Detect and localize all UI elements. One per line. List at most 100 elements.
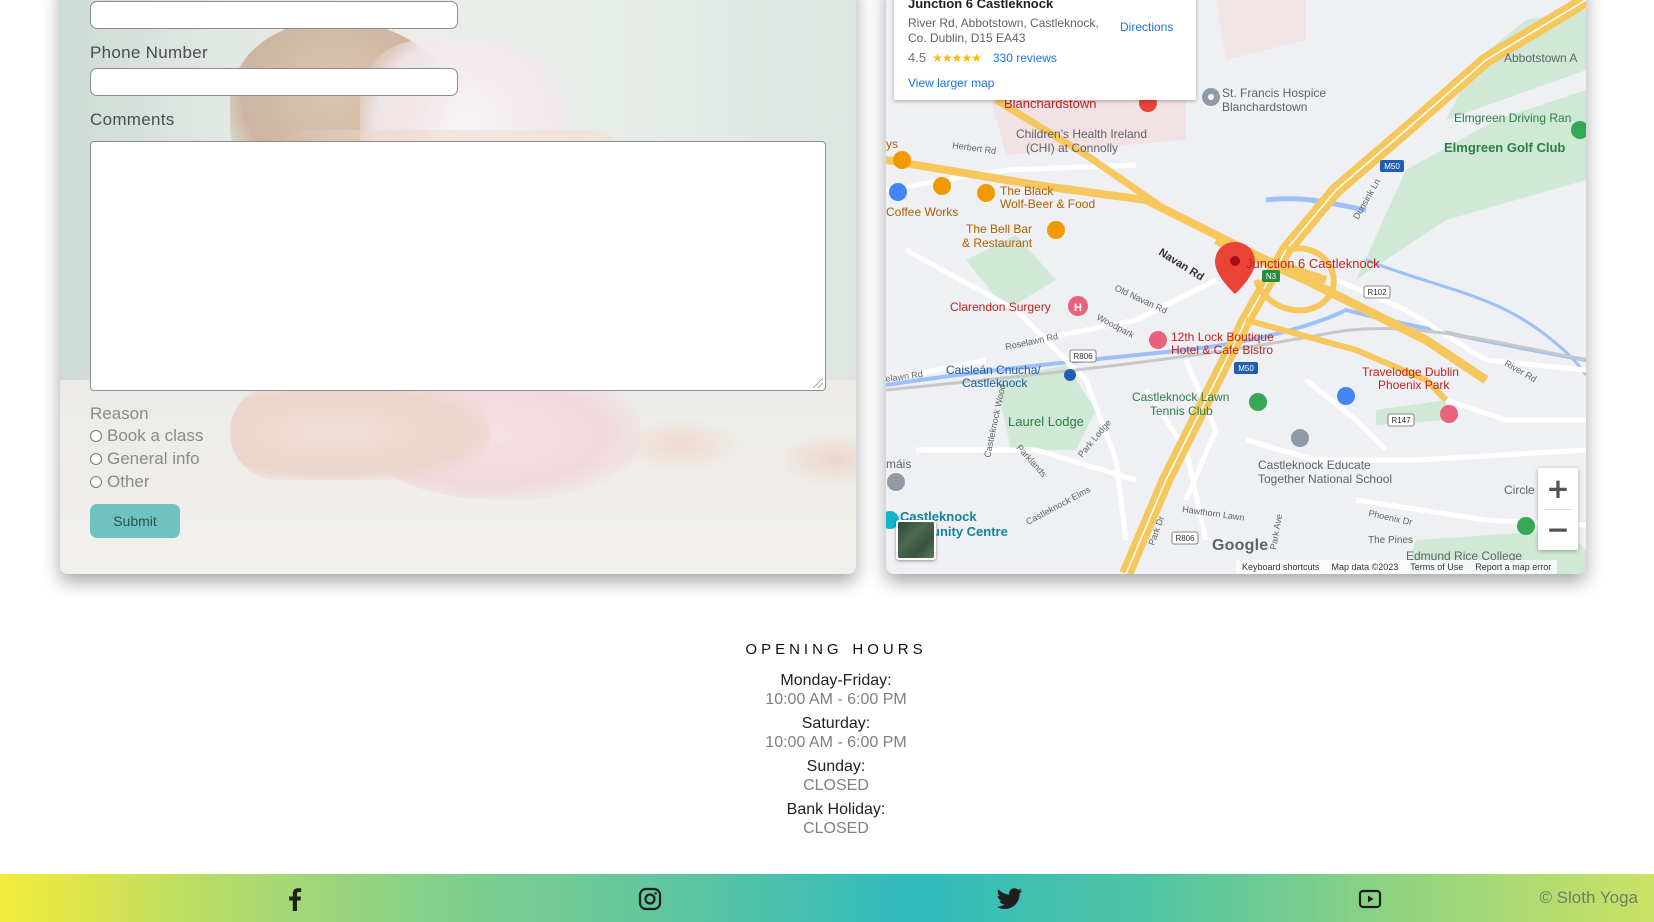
radio-general-info[interactable] <box>90 453 102 465</box>
view-larger-map-link[interactable]: View larger map <box>908 76 994 90</box>
m50-shield-text: M50 <box>1384 162 1400 171</box>
place-address: River Rd, Abbotstown, Castleknock, Co. D… <box>908 16 1099 45</box>
satellite-toggle-button[interactable] <box>896 520 936 560</box>
hours-time: 10:00 AM - 6:00 PM <box>765 734 907 751</box>
email-field[interactable] <box>90 1 458 29</box>
river-line <box>1365 258 1586 376</box>
submit-button[interactable]: Submit <box>90 504 180 538</box>
svg-text:Park Ave: Park Ave <box>1268 513 1284 550</box>
castleknock-lawn-label: Castleknock Lawn <box>1132 390 1229 404</box>
place-marker-icon[interactable] <box>887 473 905 491</box>
keyboard-shortcuts-link[interactable]: Keyboard shortcuts <box>1242 562 1320 572</box>
youtube-icon[interactable] <box>1357 886 1383 912</box>
elmgreen-driving-label: Elmgreen Driving Ran <box>1454 111 1571 125</box>
place-rating: 4.5 ★★★★★ 330 reviews <box>908 50 1057 65</box>
hours-time: CLOSED <box>803 777 869 794</box>
r102-shield: R102 <box>1363 285 1391 299</box>
bell-bar-label: The Bell Bar <box>966 222 1032 236</box>
childrens-health-label: Children's Health Ireland <box>1016 127 1147 141</box>
train-station-icon[interactable] <box>1064 369 1076 381</box>
bar-marker-icon[interactable] <box>977 184 995 202</box>
r806-shield: R806 <box>1069 349 1097 363</box>
clarendon-label: Clarendon Surgery <box>950 300 1051 314</box>
r806-shield: R806 <box>1171 531 1199 545</box>
terms-of-use-link[interactable]: Terms of Use <box>1410 562 1463 572</box>
cafe-marker-icon[interactable] <box>933 177 951 195</box>
directions-icon[interactable] <box>894 0 916 2</box>
shopping-marker-icon[interactable] <box>889 183 907 201</box>
svg-text:Wolf-Beer & Food: Wolf-Beer & Food <box>1000 197 1095 211</box>
school-marker-icon[interactable] <box>1291 429 1309 447</box>
caislean-label: Caisleán Cnucha/ <box>946 363 1041 377</box>
twitter-icon[interactable] <box>997 886 1023 912</box>
svg-text:H: H <box>1074 302 1082 314</box>
hours-time: 10:00 AM - 6:00 PM <box>765 691 907 708</box>
place-name: Junction 6 Castleknock <box>908 0 1054 11</box>
m50-shield-text: M50 <box>1238 364 1254 373</box>
elmgreen-golf-label: Elmgreen Golf Club <box>1444 140 1565 155</box>
hours-day: Bank Holiday: <box>786 801 886 818</box>
zoom-out-button[interactable]: − <box>1538 509 1578 550</box>
zoom-controls: + − <box>1538 468 1578 550</box>
reason-option-book-class[interactable]: Book a class <box>90 426 203 446</box>
reviews-link[interactable]: 330 reviews <box>993 51 1057 65</box>
navan-rd-label: Navan Rd <box>1156 246 1205 283</box>
svg-text:ys: ys <box>886 137 898 151</box>
svg-text:Old Navan Rd: Old Navan Rd <box>1113 283 1168 316</box>
svg-text:(CHI) at Connolly: (CHI) at Connolly <box>1026 141 1118 155</box>
map-data-text: Map data ©2023 <box>1331 562 1399 572</box>
hospital-area <box>1216 0 1306 60</box>
instagram-icon[interactable] <box>637 886 663 912</box>
phone-field[interactable] <box>90 68 458 96</box>
resize-handle-icon[interactable] <box>813 378 823 388</box>
svg-text:& Restaurant: & Restaurant <box>962 236 1033 250</box>
bar-marker-icon[interactable] <box>1047 221 1065 239</box>
svg-text:R806: R806 <box>1175 534 1195 543</box>
zoom-in-button[interactable]: + <box>1538 468 1578 509</box>
svg-text:R102: R102 <box>1367 288 1387 297</box>
reason-option-other[interactable]: Other <box>90 472 150 492</box>
laurel-lodge-label: Laurel Lodge <box>1008 414 1084 429</box>
radio-label: Other <box>107 472 150 491</box>
star-rating-icon: ★★★★★ <box>932 50 982 65</box>
hours-day: Monday-Friday: <box>780 672 892 689</box>
svg-text:R806: R806 <box>1073 352 1093 361</box>
contact-form: Phone Number Comments Reason Book a clas… <box>60 0 856 574</box>
radio-other[interactable] <box>90 476 102 488</box>
svg-text:Circle: Circle <box>1504 483 1535 497</box>
svg-text:Phoenix Dr: Phoenix Dr <box>1368 508 1414 527</box>
copyright-text: © Sloth Yoga <box>1539 888 1638 907</box>
google-map-embed[interactable]: M50 M50 N3 R102 R806 R806 R147 H Junctio… <box>886 0 1586 574</box>
sport-marker-icon[interactable] <box>1249 393 1267 411</box>
place-info-card: Junction 6 Castleknock River Rd, Abbotst… <box>894 0 1196 100</box>
directions-link[interactable]: Directions <box>1120 20 1173 34</box>
svg-text:Tennis Club: Tennis Club <box>1150 404 1213 418</box>
svg-text:Dunsink Ln: Dunsink Ln <box>1351 177 1382 221</box>
st-francis-label: St. Francis Hospice <box>1222 86 1326 100</box>
shopping-marker-icon[interactable] <box>1337 387 1355 405</box>
hours-time: CLOSED <box>803 820 869 837</box>
report-map-error-link[interactable]: Report a map error <box>1475 562 1551 572</box>
hotel-marker-icon[interactable] <box>1440 405 1458 423</box>
coffee-works-label: Coffee Works <box>886 205 958 219</box>
svg-text:máis: máis <box>886 457 911 471</box>
n3-shield: N3 <box>1262 270 1280 282</box>
svg-text:Castleknock Wood: Castleknock Wood <box>982 383 1007 458</box>
twelfth-lock-label: 12th Lock Boutique <box>1171 330 1274 344</box>
restaurant-marker-icon[interactable] <box>893 151 911 169</box>
svg-text:Hawthorn Lawn: Hawthorn Lawn <box>1182 504 1245 523</box>
phone-label: Phone Number <box>90 43 208 62</box>
svg-text:unity Centre: unity Centre <box>932 524 1008 539</box>
hotel-marker-icon[interactable] <box>1149 331 1167 349</box>
comments-textarea[interactable] <box>90 141 826 391</box>
svg-text:The Pines: The Pines <box>1368 535 1413 546</box>
hours-day: Sunday: <box>806 758 866 775</box>
school-marker-icon[interactable] <box>1517 517 1535 535</box>
svg-text:Together National School: Together National School <box>1258 472 1392 486</box>
hours-day: Saturday: <box>801 715 871 732</box>
abbotstown-label: Abbotstown A <box>1504 51 1577 65</box>
google-logo: Google <box>1212 537 1269 554</box>
radio-book-class[interactable] <box>90 430 102 442</box>
facebook-icon[interactable] <box>282 886 308 912</box>
reason-option-general-info[interactable]: General info <box>90 449 200 469</box>
